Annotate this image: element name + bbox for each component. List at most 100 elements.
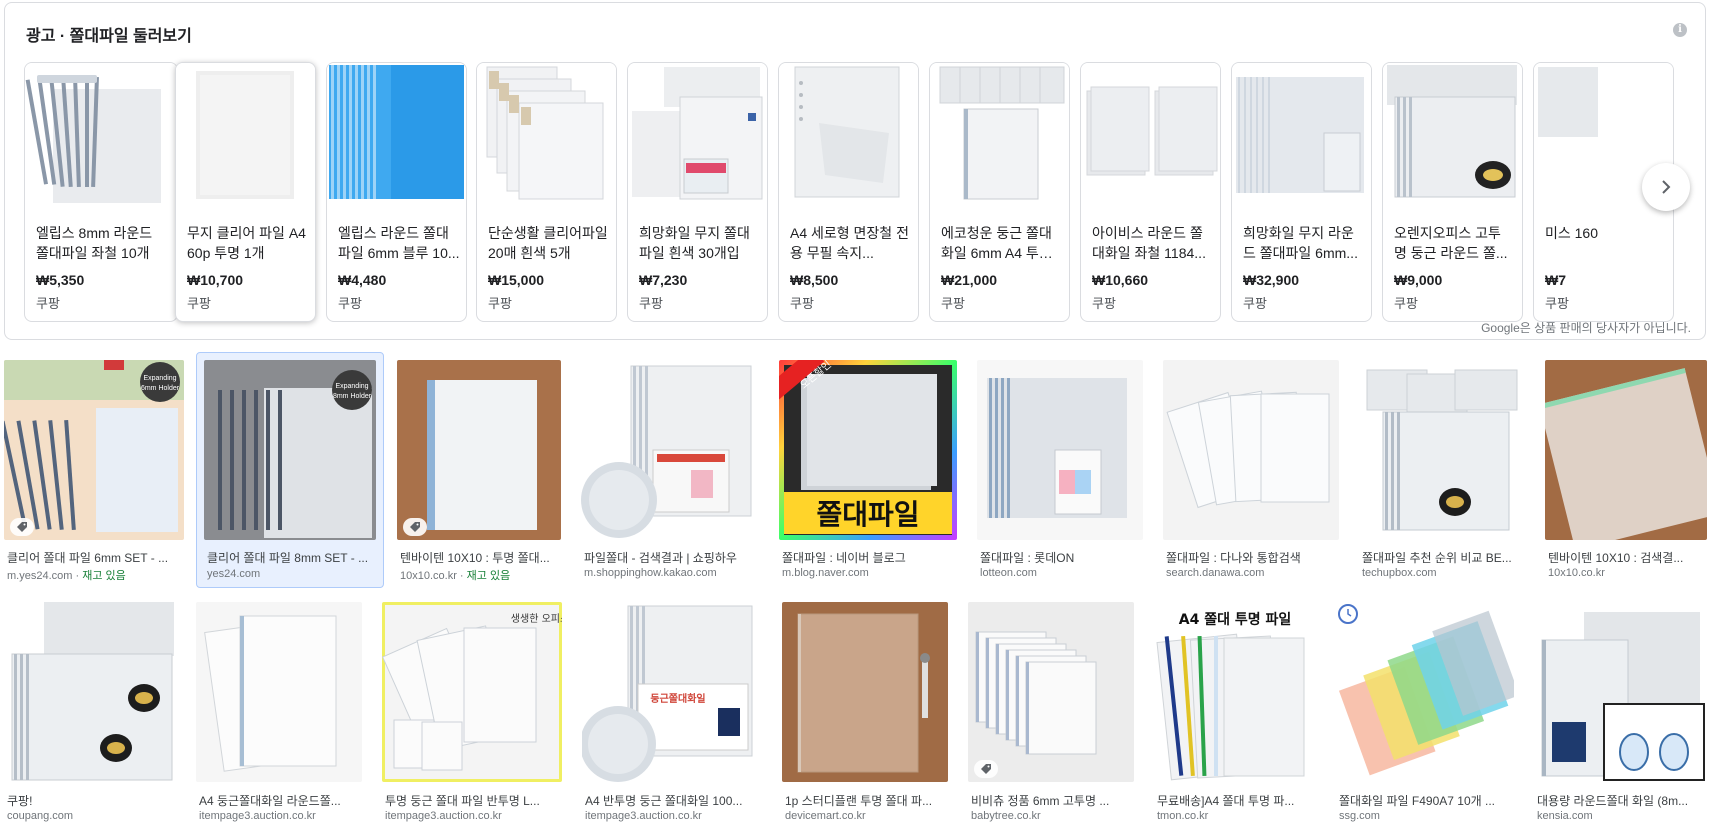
product-name: 무지 클리어 파일 A4 60p 투명 1개 xyxy=(187,225,306,261)
product-price: ₩5,350 xyxy=(36,272,85,288)
product-price: ₩8,500 xyxy=(790,272,839,288)
result-source: lotteon.com xyxy=(980,567,1037,579)
result-source: babytree.co.kr xyxy=(971,810,1041,822)
result-image xyxy=(977,360,1143,540)
result-caption: 쫄대화일 파일 F490A7 10개 ... xyxy=(1339,794,1495,808)
image-result[interactable]: A4 쫄대 투명 파일 무료배송]A4 쫄대 투명 파... tmon.co.k… xyxy=(1154,602,1316,828)
product-card[interactable]: 무지 클리어 파일 A4 60p 투명 1개 ₩10,700 쿠팡 xyxy=(175,62,316,322)
result-image: A4 쫄대 투명 파일 xyxy=(1154,602,1316,782)
overlay-text: 생생한 오피스 xyxy=(511,613,562,625)
info-icon[interactable]: i xyxy=(1673,23,1687,37)
svg-text:Expanding: Expanding xyxy=(335,383,368,390)
result-caption: 파일쫄대 - 검색결과 | 쇼핑하우 xyxy=(584,551,737,565)
product-card[interactable]: 희망화일 무지 쫄대 파일 흰색 30개입 ₩7,230 쿠팡 xyxy=(627,62,768,322)
product-seller: 쿠팡 xyxy=(36,296,60,311)
product-name: 엘립스 8mm 라운드 쫄대파일 좌철 10개 xyxy=(36,225,153,261)
result-image xyxy=(1359,360,1525,540)
image-result[interactable]: Expanding 6mm Holder 클리어 쫄대 파일 6mm SET -… xyxy=(4,360,184,586)
svg-text:Expanding: Expanding xyxy=(143,375,176,382)
result-source: search.danawa.com xyxy=(1166,567,1265,579)
ads-section-title: 광고 · 쫄대파일 둘러보기 xyxy=(26,28,192,45)
svg-text:6mm Holder: 6mm Holder xyxy=(141,385,180,392)
result-source: devicemart.co.kr xyxy=(785,810,866,822)
result-caption: 무료배송]A4 쫄대 투명 파... xyxy=(1157,794,1295,808)
result-image: 쫄대파일 오픈할인 xyxy=(779,360,957,540)
result-caption: 쫄대파일 추천 순위 비교 BE... xyxy=(1362,551,1512,565)
product-price: ₩7,230 xyxy=(639,272,688,288)
product-card[interactable]: 오렌지오피스 고투 명 둥근 라운드 쫄... ₩9,000 쿠팡 xyxy=(1382,62,1523,322)
result-caption: 클리어 쫄대 파일 8mm SET - ... xyxy=(207,551,369,565)
result-caption: 투명 둥근 쫄대 파일 반투명 L... xyxy=(385,794,540,808)
overlay-text: 쫄대파일 xyxy=(816,498,919,531)
image-result[interactable]: 쫄대파일 오픈할인 쫄대파일 : 네이버 블로그 m.blog.naver.co… xyxy=(779,360,957,586)
result-source: itempage3.auction.co.kr xyxy=(585,810,702,822)
image-result[interactable]: 1p 스터디플랜 투명 쫄대 파... devicemart.co.kr xyxy=(782,602,948,828)
image-result[interactable]: 쿠팡! coupang.com xyxy=(4,602,176,828)
product-card[interactable]: 에코청운 둥근 쫄대 화일 6mm A4 투명... ₩21,000 쿠팡 xyxy=(929,62,1070,322)
product-card[interactable]: 아이비스 라운드 쫄 대화일 좌철 1184... ₩10,660 쿠팡 xyxy=(1080,62,1221,322)
result-source: 10x10.co.kr xyxy=(1548,567,1605,579)
product-seller: 쿠팡 xyxy=(1545,296,1569,311)
product-image xyxy=(1232,63,1371,215)
shopping-ads-panel: 광고 · 쫄대파일 둘러보기 i 엘립스 8mm 라운드 쫄대파일 좌철 10개 xyxy=(4,2,1706,340)
product-tag-icon xyxy=(974,760,998,778)
product-name: A4 세로형 면장철 전용 무필 속지... xyxy=(790,225,909,261)
image-result[interactable]: 비비츄 정품 6mm 고투명 ... babytree.co.kr xyxy=(968,602,1134,828)
product-price: ₩4,480 xyxy=(338,272,387,288)
chevron-right-icon xyxy=(1662,180,1671,194)
product-seller: 쿠팡 xyxy=(790,296,814,311)
overlay-text: 둥근쫄대화일 xyxy=(650,692,705,705)
result-source: coupang.com xyxy=(7,810,74,822)
result-caption: 쿠팡! xyxy=(7,794,33,808)
image-result[interactable]: 파일쫄대 - 검색결과 | 쇼핑하우 m.shoppinghow.kakao.c… xyxy=(581,360,759,586)
result-caption: 쫄대파일 : 네이버 블로그 xyxy=(782,551,906,565)
product-image xyxy=(176,63,315,215)
result-caption: 대용량 라운드쫄대 화일 (8m... xyxy=(1537,794,1689,808)
image-result[interactable]: 쫄대파일 : 다나와 통합검색 search.danawa.com xyxy=(1163,360,1339,586)
product-card[interactable]: 단순생활 클리어파일 20매 흰색 5개 ₩15,000 쿠팡 xyxy=(476,62,617,322)
result-source: 10x10.co.kr · 재고 있음 xyxy=(400,570,511,582)
image-result[interactable]: 쫄대화일 파일 F490A7 10개 ... ssg.com xyxy=(1336,602,1514,828)
image-result[interactable]: 쫄대파일 추천 순위 비교 BE... techupbox.com xyxy=(1359,360,1525,586)
result-caption: 비비츄 정품 6mm 고투명 ... xyxy=(971,794,1110,808)
product-carousel: 엘립스 8mm 라운드 쫄대파일 좌철 10개 ₩5,350 쿠팡 무지 클리어… xyxy=(24,62,1705,324)
image-result[interactable]: 둥근쫄대화일 A4 반투명 둥근 쫄대화일 100... itempage3.a… xyxy=(582,602,760,828)
product-image xyxy=(477,63,616,215)
image-result[interactable]: 쫄대파일 : 롯데ON lotteon.com xyxy=(977,360,1143,586)
product-card[interactable]: 희망화일 무지 라운 드 쫄대파일 6mm... ₩32,900 쿠팡 xyxy=(1231,62,1372,322)
carousel-next-button[interactable] xyxy=(1642,163,1690,211)
image-result[interactable]: 생생한 오피스 투명 둥근 쫄대 파일 반투명 L... itempage3.a… xyxy=(382,602,562,828)
product-price: ₩10,660 xyxy=(1092,272,1149,288)
result-source: ssg.com xyxy=(1339,810,1380,822)
product-image xyxy=(1383,63,1522,215)
product-image xyxy=(1081,63,1220,215)
product-card[interactable]: A4 세로형 면장철 전용 무필 속지... ₩8,500 쿠팡 xyxy=(778,62,919,322)
product-image xyxy=(327,63,466,215)
result-source: techupbox.com xyxy=(1362,567,1437,579)
product-name: 미스 160 xyxy=(1545,225,1599,241)
result-image xyxy=(581,360,759,540)
product-name: 에코청운 둥근 쫄대 화일 6mm A4 투명... xyxy=(941,225,1052,261)
result-source: yes24.com xyxy=(207,568,261,580)
image-result[interactable]: 텐바이텐 10X10 : 검색결... 10x10.co.kr xyxy=(1545,360,1707,586)
result-image: 생생한 오피스 xyxy=(382,602,562,782)
product-seller: 쿠팡 xyxy=(488,296,512,311)
product-card[interactable]: 엘립스 라운드 쫄대 파일 6mm 블루 10... ₩4,480 쿠팡 xyxy=(326,62,467,322)
result-caption: 쫄대파일 : 다나와 통합검색 xyxy=(1166,551,1301,565)
product-card[interactable]: 엘립스 8mm 라운드 쫄대파일 좌철 10개 ₩5,350 쿠팡 xyxy=(24,62,178,322)
result-source: itempage3.auction.co.kr xyxy=(385,810,502,822)
product-price: ₩10,700 xyxy=(187,272,244,288)
image-result[interactable]: 텐바이텐 10X10 : 투명 쫄대... 10x10.co.kr · 재고 있… xyxy=(397,360,561,586)
image-result[interactable]: Expanding 8mm Holder 클리어 쫄대 파일 8mm SET -… xyxy=(196,352,384,588)
result-image xyxy=(196,602,362,782)
product-tag-icon xyxy=(403,518,427,536)
result-source: itempage3.auction.co.kr xyxy=(199,810,316,822)
product-price: ₩32,900 xyxy=(1243,272,1300,288)
overlay-text: A4 쫄대 투명 파일 xyxy=(1179,611,1291,628)
product-seller: 쿠팡 xyxy=(187,296,211,311)
product-name: 엘립스 라운드 쫄대 파일 6mm 블루 10... xyxy=(338,225,460,261)
image-result[interactable]: 대용량 라운드쫄대 화일 (8m... kensia.com xyxy=(1534,602,1706,828)
result-image xyxy=(1545,360,1707,540)
ads-disclaimer: Google은 상품 판매의 당사자가 아닙니다. xyxy=(1481,321,1691,335)
image-result[interactable]: A4 둥근쫄대화일 라운드쫄... itempage3.auction.co.k… xyxy=(196,602,362,828)
